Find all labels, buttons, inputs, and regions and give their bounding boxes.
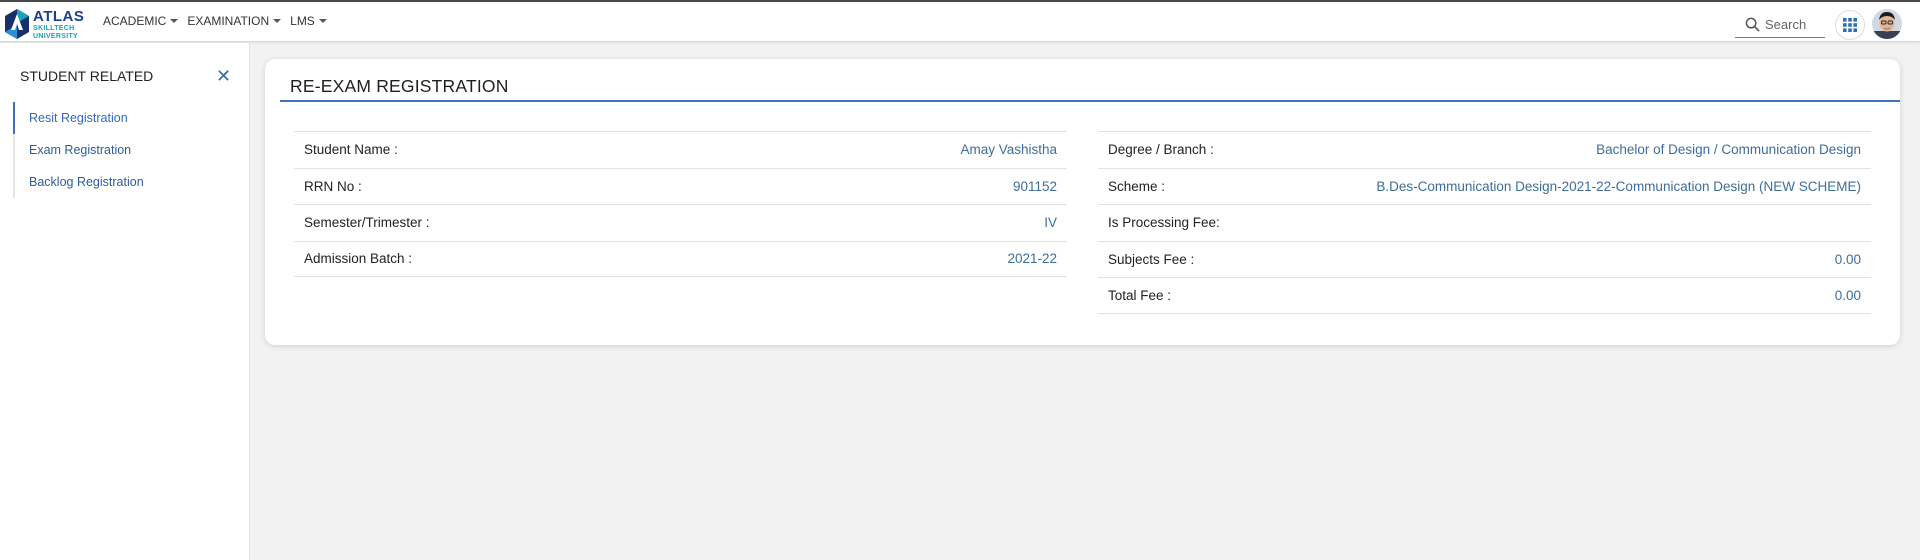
- table-row: Admission Batch : 2021-22: [294, 240, 1067, 277]
- logo-subtitle-1: SKILLTECH: [33, 24, 75, 32]
- grid-apps-icon: [1843, 18, 1857, 32]
- row-label: Subjects Fee :: [1108, 251, 1195, 267]
- university-logo[interactable]: ATLAS SKILLTECH UNIVERSITY: [4, 7, 84, 41]
- nav-academic-label: ACADEMIC: [103, 14, 167, 28]
- row-value: Amay Vashistha: [960, 142, 1057, 158]
- row-label: Admission Batch :: [304, 251, 413, 267]
- search-icon: [1745, 17, 1760, 32]
- nav-lms[interactable]: LMS: [290, 14, 327, 28]
- search-input[interactable]: Search: [1735, 11, 1825, 38]
- nav-academic[interactable]: ACADEMIC: [103, 14, 179, 28]
- row-label: RRN No :: [304, 178, 362, 194]
- logo-wordmark: ATLAS SKILLTECH UNIVERSITY: [33, 9, 84, 40]
- table-row: Degree / Branch : Bachelor of Design / C…: [1098, 131, 1871, 168]
- top-navbar: ATLAS SKILLTECH UNIVERSITY ACADEMIC EXAM…: [0, 0, 1920, 42]
- sidebar-item-resit-registration[interactable]: Resit Registration: [13, 102, 250, 134]
- nav-lms-label: LMS: [290, 14, 315, 28]
- logo-name: ATLAS: [33, 7, 85, 25]
- user-avatar[interactable]: [1872, 9, 1902, 39]
- atlas-logo-icon: [5, 9, 29, 39]
- apps-button[interactable]: [1835, 10, 1865, 40]
- table-row: RRN No : 901152: [294, 167, 1067, 205]
- table-row: Scheme : B.Des-Communication Design-2021…: [1098, 167, 1871, 205]
- row-label: Scheme :: [1108, 178, 1166, 194]
- chevron-down-icon: [318, 19, 327, 23]
- chevron-down-icon: [273, 19, 282, 23]
- row-value: Bachelor of Design / Communication Desig…: [1596, 142, 1861, 158]
- table-row: Student Name : Amay Vashistha: [294, 131, 1067, 168]
- table-row: Semester/Trimester : IV: [294, 204, 1067, 241]
- sidebar-title: STUDENT RELATED: [20, 68, 154, 84]
- nav-examination[interactable]: EXAMINATION: [187, 14, 282, 28]
- table-row: Is Processing Fee:: [1098, 204, 1871, 241]
- row-value: B.Des-Communication Design-2021-22-Commu…: [1376, 178, 1861, 194]
- row-label: Total Fee :: [1108, 287, 1172, 303]
- user-photo-icon: [1872, 9, 1902, 39]
- row-label: Student Name :: [304, 142, 398, 158]
- logo-subtitle-2: UNIVERSITY: [33, 32, 79, 40]
- page-title: RE-EXAM REGISTRATION: [290, 76, 509, 96]
- sidebar: STUDENT RELATED ✕ Resit Registration Exa…: [0, 43, 250, 560]
- sidebar-item-backlog-registration[interactable]: Backlog Registration: [13, 166, 250, 198]
- course-fee-table: Degree / Branch : Bachelor of Design / C…: [1098, 131, 1871, 314]
- table-row: Total Fee : 0.00: [1098, 277, 1871, 314]
- sidebar-item-exam-registration[interactable]: Exam Registration: [13, 134, 250, 166]
- table-row: Subjects Fee : 0.00: [1098, 240, 1871, 278]
- close-icon[interactable]: ✕: [216, 67, 231, 85]
- student-details-table: Student Name : Amay Vashistha RRN No : 9…: [294, 131, 1067, 277]
- row-value: 0.00: [1834, 251, 1861, 267]
- sidebar-menu: Resit Registration Exam Registration Bac…: [13, 102, 250, 198]
- search-placeholder: Search: [1765, 16, 1807, 32]
- row-value: 901152: [1012, 178, 1057, 194]
- row-value: IV: [1044, 215, 1057, 231]
- row-label: Degree / Branch :: [1108, 142, 1214, 158]
- chevron-down-icon: [170, 19, 179, 23]
- row-label: Semester/Trimester :: [304, 215, 430, 231]
- re-exam-registration-card: RE-EXAM REGISTRATION Student Name : Amay…: [265, 59, 1900, 345]
- main-menu: ACADEMIC EXAMINATION LMS: [103, 14, 336, 28]
- row-value: 0.00: [1834, 287, 1861, 303]
- row-value: 2021-22: [1007, 251, 1057, 267]
- title-divider: [280, 100, 1900, 102]
- nav-examination-label: EXAMINATION: [187, 14, 270, 28]
- row-label: Is Processing Fee:: [1108, 215, 1220, 231]
